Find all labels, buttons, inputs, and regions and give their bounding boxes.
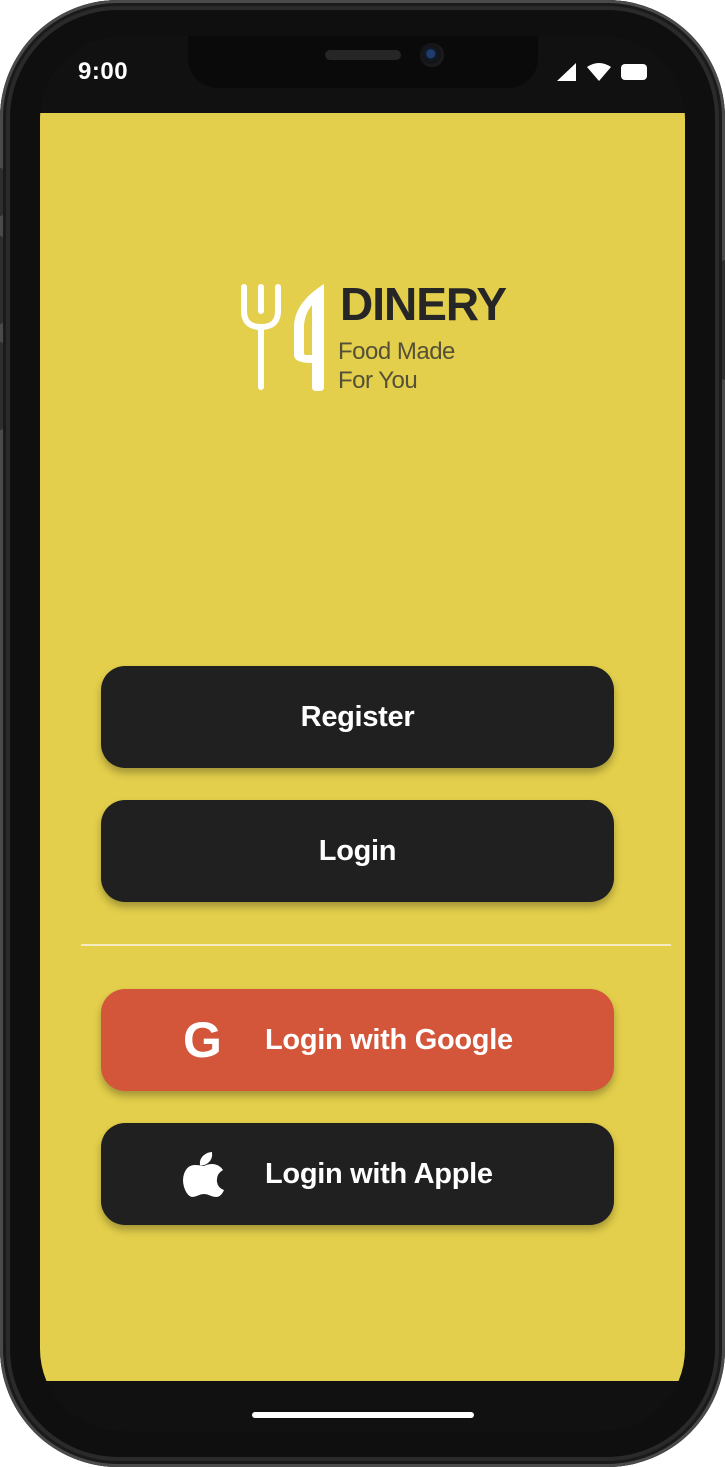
- login-with-apple-button[interactable]: Login with Apple: [101, 1123, 614, 1225]
- battery-icon: [621, 64, 647, 80]
- login-with-google-button[interactable]: G Login with Google: [101, 989, 614, 1091]
- section-divider: [81, 944, 671, 946]
- welcome-screen: DINERY Food Made For You Register Login …: [40, 113, 685, 1381]
- wifi-icon: [587, 63, 611, 81]
- dinery-logo: DINERY Food Made For You: [240, 278, 510, 395]
- brand-name: DINERY: [340, 278, 507, 330]
- login-button[interactable]: Login: [101, 800, 614, 902]
- cellular-signal-icon: [557, 63, 577, 81]
- login-with-google-label: Login with Google: [265, 1023, 513, 1056]
- register-button-label: Register: [300, 700, 415, 733]
- register-button[interactable]: Register: [101, 666, 614, 768]
- notch: [188, 36, 538, 88]
- tagline-line-1: Food Made: [338, 338, 455, 365]
- phone-device-frame: 9:00 DINERY Food Made For You Register L…: [0, 0, 725, 1467]
- bottom-bar: [40, 1381, 685, 1431]
- status-time: 9:00: [78, 58, 129, 85]
- fork-knife-icon: [240, 281, 330, 398]
- speaker-grille: [325, 50, 401, 60]
- volume-up-button: [0, 236, 3, 324]
- brand-tagline: Food Made For You: [338, 337, 508, 395]
- tagline-line-2: For You: [338, 367, 418, 394]
- status-bar: 9:00: [40, 36, 685, 113]
- status-icons: [557, 63, 647, 81]
- front-camera: [420, 43, 444, 67]
- screen: 9:00 DINERY Food Made For You Register L…: [40, 36, 685, 1431]
- silent-switch: [0, 168, 3, 216]
- volume-down-button: [0, 342, 3, 430]
- home-indicator[interactable]: [252, 1412, 474, 1418]
- login-with-apple-label: Login with Apple: [265, 1157, 493, 1190]
- apple-icon: [183, 1150, 225, 1198]
- google-icon-glyph: G: [183, 1012, 222, 1068]
- google-icon: G: [183, 1015, 222, 1065]
- login-button-label: Login: [318, 834, 397, 867]
